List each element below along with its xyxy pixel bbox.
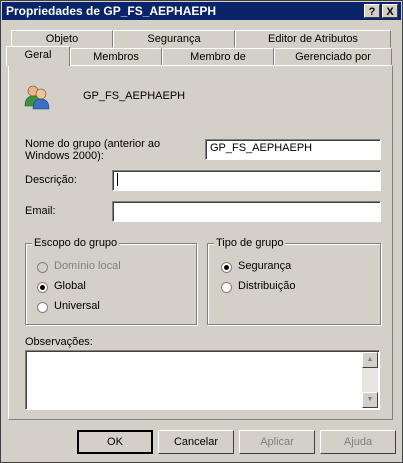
- help-title-button[interactable]: ?: [364, 4, 380, 18]
- title-bar[interactable]: Propriedades de GP_FS_AEPHAEPH ? X: [2, 2, 401, 20]
- description-input[interactable]: [112, 170, 381, 191]
- notes-scrollbar[interactable]: ▲ ▼: [362, 352, 378, 408]
- type-security-label: Segurança: [238, 260, 292, 272]
- group-type-box: Tipo de grupo Segurança Distribuição: [207, 237, 381, 325]
- tab-membros[interactable]: Membros: [70, 48, 162, 66]
- group-type-title: Tipo de grupo: [214, 237, 286, 249]
- scope-global-label: Global: [54, 280, 86, 292]
- type-distribution-radio[interactable]: [221, 282, 232, 293]
- notes-label: Observações:: [25, 336, 93, 348]
- scope-domain-local-label: Domínio local: [54, 260, 121, 272]
- scroll-up-icon[interactable]: ▲: [362, 352, 378, 368]
- scope-universal-radio[interactable]: [37, 302, 48, 313]
- type-distribution-label: Distribuição: [238, 280, 296, 292]
- group-name-display: GP_FS_AEPHAEPH: [83, 90, 186, 102]
- scope-global-radio[interactable]: [37, 282, 48, 293]
- tab-geral[interactable]: Geral: [6, 46, 70, 66]
- tab-editor-de-atributos[interactable]: Editor de Atributos: [235, 30, 391, 48]
- group-icon: [23, 84, 51, 110]
- scope-universal-label: Universal: [54, 300, 100, 312]
- email-label: Email:: [25, 205, 56, 217]
- text-caret: [117, 173, 118, 186]
- tab-gerenciado-por[interactable]: Gerenciado por: [274, 48, 392, 66]
- window-title: Propriedades de GP_FS_AEPHAEPH: [6, 4, 217, 18]
- apply-button[interactable]: Aplicar: [239, 430, 315, 454]
- pre2000-name-label: Nome do grupo (anterior ao Windows 2000)…: [25, 138, 161, 162]
- scroll-down-icon[interactable]: ▼: [362, 392, 378, 408]
- type-security-radio[interactable]: [221, 262, 232, 273]
- scope-domain-local-radio[interactable]: [37, 262, 48, 273]
- tab-membro-de[interactable]: Membro de: [162, 48, 274, 66]
- pre2000-name-input[interactable]: GP_FS_AEPHAEPH: [205, 139, 381, 160]
- help-button[interactable]: Ajuda: [320, 430, 396, 454]
- close-button[interactable]: X: [382, 4, 398, 18]
- group-scope-box: Escopo do grupo Domínio local Global Uni…: [25, 237, 197, 325]
- notes-textarea[interactable]: ▲ ▼: [25, 350, 380, 410]
- ok-button[interactable]: OK: [77, 430, 153, 454]
- email-input[interactable]: [112, 201, 381, 222]
- group-scope-title: Escopo do grupo: [32, 237, 120, 249]
- cancel-button[interactable]: Cancelar: [158, 430, 234, 454]
- description-label: Descrição:: [25, 174, 77, 186]
- properties-dialog: Propriedades de GP_FS_AEPHAEPH ? X Objet…: [0, 0, 403, 463]
- tab-seguranca[interactable]: Segurança: [113, 30, 235, 48]
- general-tab-panel: GP_FS_AEPHAEPH Nome do grupo (anterior a…: [8, 65, 393, 420]
